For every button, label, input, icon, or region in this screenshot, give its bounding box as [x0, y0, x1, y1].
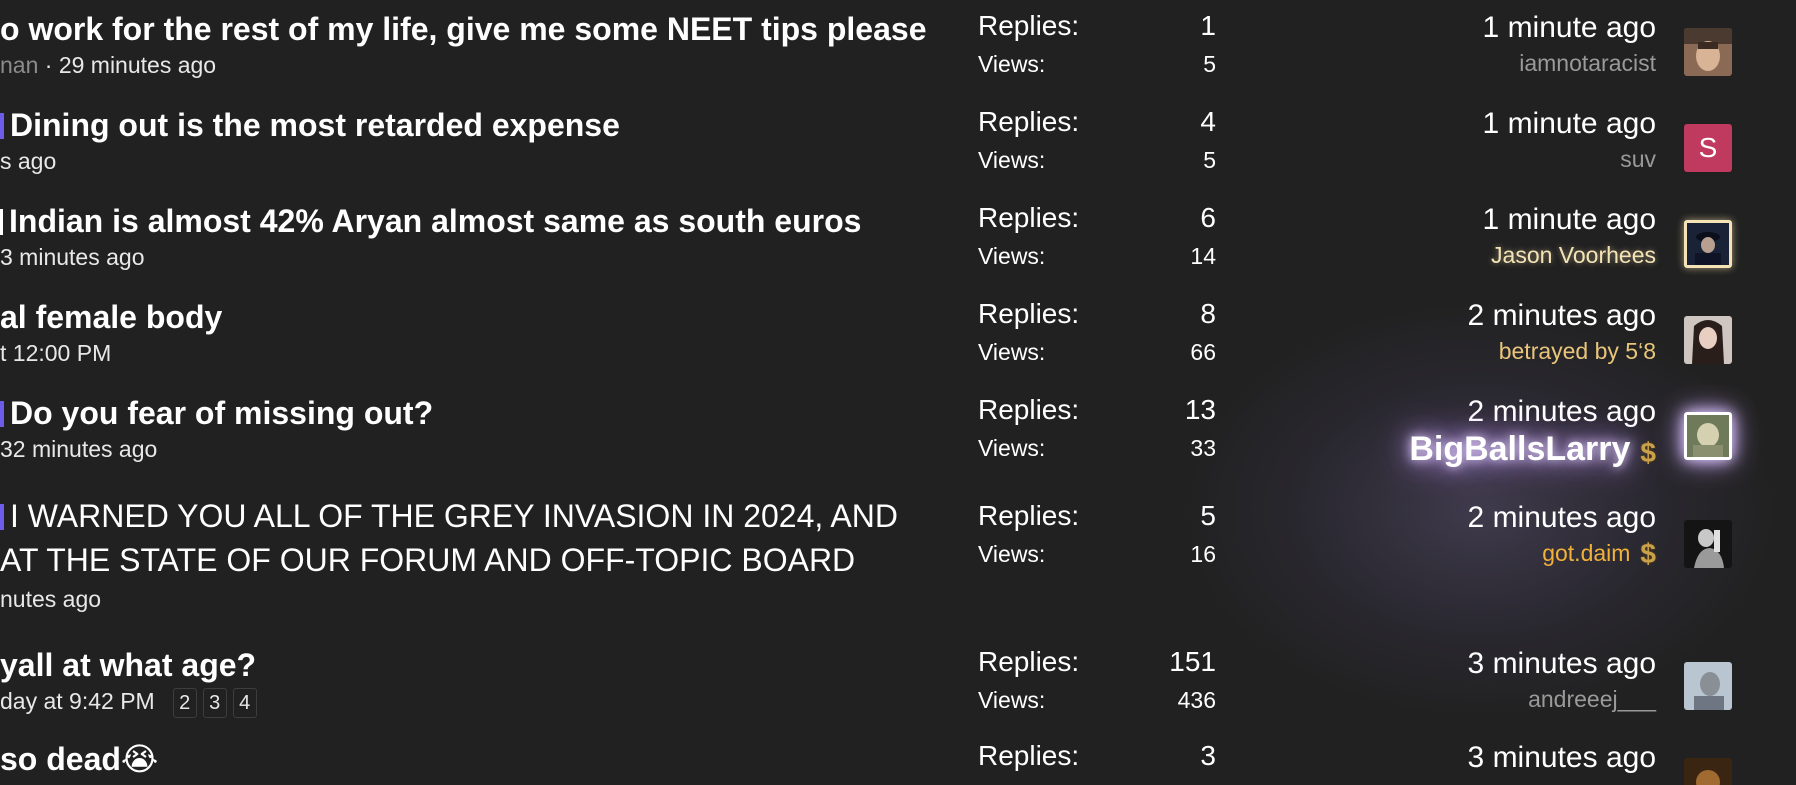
- replies-label: Replies:: [978, 394, 1080, 425]
- latest-time-link[interactable]: 3 minutes ago: [1136, 646, 1656, 682]
- replies-label: Replies:: [978, 740, 1080, 771]
- thread-meta: t 12:00 PM: [0, 336, 960, 370]
- latest-post: 2 minutes ago got.daim $: [1136, 500, 1656, 571]
- latest-post: 1 minute ago Jason Voorhees: [1136, 202, 1656, 272]
- replies-label: Replies:: [978, 500, 1080, 531]
- thread-title-text: Indian is almost 42% Aryan almost same a…: [9, 203, 862, 239]
- thread-title-cell: so dead😭: [0, 740, 960, 778]
- latest-time-link[interactable]: 3 minutes ago: [1136, 740, 1656, 776]
- user-avatar[interactable]: [1684, 662, 1732, 710]
- thread-meta: day at 9:42 PM 2 3 4: [0, 684, 960, 718]
- thread-title-text: Do you fear of missing out?: [10, 395, 434, 431]
- latest-post: 2 minutes ago betrayed by 5‘8: [1136, 298, 1656, 368]
- thread-title-line-1: I WARNED YOU ALL OF THE GREY INVASION IN…: [10, 498, 898, 534]
- latest-time-link[interactable]: 1 minute ago: [1136, 202, 1656, 238]
- latest-time-link[interactable]: 1 minute ago: [1136, 10, 1656, 46]
- thread-title-link[interactable]: o work for the rest of my life, give me …: [0, 10, 960, 48]
- thread-title-cell: o work for the rest of my life, give me …: [0, 10, 960, 82]
- thread-meta: nan · 29 minutes ago: [0, 48, 960, 82]
- thread-prefix-tag: [0, 209, 3, 235]
- thread-start-date: · 29 minutes ago: [38, 52, 217, 78]
- latest-username-row: BigBallsLarry $: [1136, 432, 1656, 470]
- latest-post: 1 minute ago iamnotaracist: [1136, 10, 1656, 80]
- latest-time-link[interactable]: 2 minutes ago: [1136, 298, 1656, 334]
- thread-prefix-tag: [0, 113, 4, 139]
- views-label: Views:: [978, 435, 1046, 461]
- dollar-badge-icon: $: [1640, 437, 1656, 468]
- views-label: Views:: [978, 147, 1046, 173]
- thread-title-link[interactable]: al female body: [0, 298, 960, 336]
- thread-title-link-continued[interactable]: AT THE STATE OF OUR FORUM AND OFF-TOPIC …: [0, 538, 960, 582]
- replies-label: Replies:: [978, 298, 1080, 329]
- thread-list: o work for the rest of my life, give me …: [0, 0, 1796, 785]
- thread-title-link[interactable]: Dining out is the most retarded expense: [0, 106, 960, 144]
- thread-author[interactable]: nan: [0, 52, 38, 78]
- latest-time-link[interactable]: 2 minutes ago: [1136, 394, 1656, 430]
- thread-title-cell: yall at what age? day at 9:42 PM 2 3 4: [0, 646, 960, 718]
- thread-meta: 3 minutes ago: [0, 240, 960, 274]
- user-avatar[interactable]: [1684, 316, 1732, 364]
- latest-username[interactable]: Jason Voorhees: [1136, 238, 1656, 272]
- latest-post: 3 minutes ago: [1136, 740, 1656, 776]
- latest-username[interactable]: betrayed by 5‘8: [1136, 334, 1656, 368]
- page-link[interactable]: 3: [202, 688, 227, 718]
- thread-meta: s ago: [0, 144, 960, 178]
- thread-start-date: t 12:00 PM: [0, 340, 112, 366]
- thread-title-text: Dining out is the most retarded expense: [10, 107, 620, 143]
- thread-meta: 32 minutes ago: [0, 432, 960, 466]
- user-avatar[interactable]: [1684, 28, 1732, 76]
- latest-time-link[interactable]: 2 minutes ago: [1136, 500, 1656, 536]
- user-avatar[interactable]: [1684, 520, 1732, 568]
- replies-label: Replies:: [978, 202, 1080, 233]
- thread-start-date: nutes ago: [0, 586, 102, 612]
- thread-start-date: day at 9:42 PM: [0, 688, 155, 714]
- views-label: Views:: [978, 339, 1046, 365]
- views-label: Views:: [978, 51, 1046, 77]
- views-label: Views:: [978, 687, 1046, 713]
- thread-title-link[interactable]: Do you fear of missing out?: [0, 394, 960, 432]
- latest-post: 2 minutes ago BigBallsLarry $: [1136, 394, 1656, 470]
- user-avatar[interactable]: [1684, 758, 1732, 785]
- user-avatar[interactable]: [1684, 412, 1732, 460]
- thread-title-link[interactable]: so dead😭: [0, 740, 960, 778]
- latest-post: 3 minutes ago andreeej___: [1136, 646, 1656, 716]
- thread-title-cell: al female body t 12:00 PM: [0, 298, 960, 370]
- latest-time-link[interactable]: 1 minute ago: [1136, 106, 1656, 142]
- latest-username[interactable]: got.daim: [1542, 540, 1630, 566]
- page-link[interactable]: 4: [232, 688, 257, 718]
- latest-username-row: got.daim $: [1136, 536, 1656, 571]
- latest-username[interactable]: iamnotaracist: [1136, 46, 1656, 80]
- latest-post: 1 minute ago suv: [1136, 106, 1656, 176]
- latest-username[interactable]: BigBallsLarry: [1409, 430, 1630, 468]
- thread-title-cell: Do you fear of missing out? 32 minutes a…: [0, 394, 960, 466]
- thread-title-link[interactable]: I WARNED YOU ALL OF THE GREY INVASION IN…: [0, 494, 960, 538]
- replies-label: Replies:: [978, 646, 1080, 677]
- latest-username[interactable]: suv: [1136, 142, 1656, 176]
- thread-prefix-tag: [0, 401, 4, 427]
- views-label: Views:: [978, 541, 1046, 567]
- thread-title-link[interactable]: Indian is almost 42% Aryan almost same a…: [0, 202, 960, 240]
- thread-pagination: 234: [172, 684, 263, 718]
- thread-title-cell: I WARNED YOU ALL OF THE GREY INVASION IN…: [0, 494, 960, 616]
- thread-title-link[interactable]: yall at what age?: [0, 646, 960, 684]
- dollar-badge-icon: $: [1640, 538, 1656, 569]
- thread-meta: nutes ago: [0, 582, 960, 616]
- thread-start-date: 3 minutes ago: [0, 244, 145, 270]
- replies-label: Replies:: [978, 106, 1080, 137]
- latest-username[interactable]: andreeej___: [1136, 682, 1656, 716]
- views-label: Views:: [978, 243, 1046, 269]
- thread-title-cell: Indian is almost 42% Aryan almost same a…: [0, 202, 960, 274]
- replies-label: Replies:: [978, 10, 1080, 41]
- thread-title-cell: Dining out is the most retarded expense …: [0, 106, 960, 178]
- user-avatar[interactable]: [1684, 220, 1732, 268]
- thread-start-date: 32 minutes ago: [0, 436, 158, 462]
- thread-prefix-tag: [0, 504, 4, 530]
- thread-start-date: s ago: [0, 148, 57, 174]
- user-avatar[interactable]: S: [1684, 124, 1732, 172]
- page-link[interactable]: 2: [172, 688, 197, 718]
